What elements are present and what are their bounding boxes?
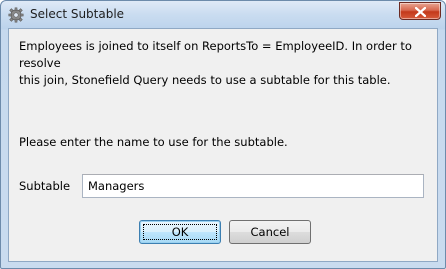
gear-icon [8,7,24,23]
window-title: Select Subtable [30,7,125,21]
dialog-content: Employees is joined to itself on Reports… [8,28,438,262]
close-button[interactable] [399,2,441,20]
focus-rectangle [143,224,217,240]
subtable-prompt-text: Please enter the name to use for the sub… [19,135,288,149]
subtable-name-input[interactable] [82,174,424,198]
title-bar[interactable]: Select Subtable [1,1,445,28]
join-explanation-text: Employees is joined to itself on Reports… [19,39,412,87]
ok-button[interactable]: OK [139,220,221,244]
cancel-button[interactable]: Cancel [229,220,311,244]
close-icon [415,7,426,17]
subtable-label: Subtable [19,179,71,193]
dialog-window: Select Subtable Employees is joined to i… [0,0,446,269]
cancel-button-label: Cancel [250,225,290,239]
